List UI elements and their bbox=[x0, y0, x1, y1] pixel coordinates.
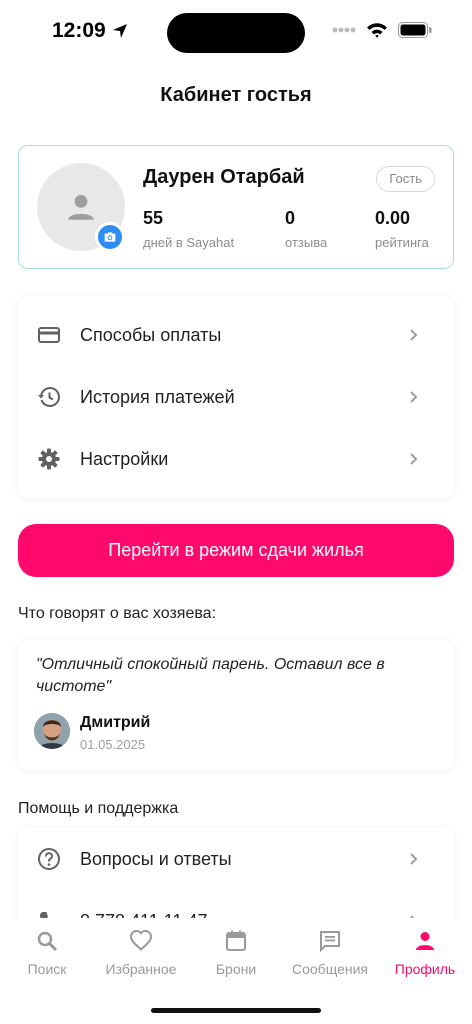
chevron-right-icon bbox=[410, 329, 418, 341]
status-time: 12:09 bbox=[52, 19, 128, 43]
menu-item-label: Настройки bbox=[80, 448, 169, 469]
history-icon bbox=[36, 384, 62, 410]
support-heading: Помощь и поддержка bbox=[18, 800, 179, 817]
nav-item-profile[interactable]: Профиль bbox=[378, 928, 472, 977]
user-name: Даурен Отарбай bbox=[143, 166, 305, 188]
stat-label: рейтинга bbox=[375, 235, 429, 250]
stat-rating: 0.00 рейтинга bbox=[375, 208, 429, 250]
stat-value: 0.00 bbox=[375, 208, 411, 228]
chevron-right-icon bbox=[410, 853, 418, 865]
menu-item-settings[interactable]: Настройки bbox=[18, 428, 454, 490]
calendar-icon bbox=[223, 928, 249, 954]
credit-card-icon bbox=[36, 322, 62, 348]
nav-label: Сообщения bbox=[292, 961, 368, 977]
menu-item-label: Способы оплаты bbox=[80, 324, 222, 345]
nav-item-bookings[interactable]: Брони bbox=[189, 928, 283, 977]
status-icons bbox=[332, 22, 432, 38]
gear-icon bbox=[36, 446, 62, 472]
stat-days: 55 дней в Sayahat bbox=[143, 208, 234, 250]
dynamic-island bbox=[167, 13, 305, 53]
location-arrow-icon bbox=[112, 24, 127, 38]
person-placeholder-icon bbox=[68, 194, 94, 220]
home-indicator bbox=[151, 1008, 321, 1013]
menu-item-label: Вопросы и ответы bbox=[80, 848, 232, 869]
status-bar: 12:09 bbox=[0, 0, 472, 64]
chevron-right-icon bbox=[410, 453, 418, 465]
menu-item-payment-history[interactable]: История платежей bbox=[18, 366, 454, 428]
change-photo-button[interactable] bbox=[95, 222, 125, 252]
reviewer-avatar bbox=[34, 713, 70, 749]
heart-icon bbox=[128, 928, 154, 954]
menu-item-label: История платежей bbox=[80, 386, 235, 407]
role-badge: Гость bbox=[376, 166, 435, 192]
person-icon bbox=[412, 928, 438, 954]
nav-label: Брони bbox=[215, 961, 257, 977]
nav-label: Поиск bbox=[27, 961, 67, 977]
battery-icon bbox=[398, 22, 432, 38]
nav-label: Избранное bbox=[105, 961, 177, 977]
wifi-icon bbox=[367, 23, 387, 38]
nav-item-favorites[interactable]: Избранное bbox=[94, 928, 188, 977]
reviewer-name: Дмитрий bbox=[80, 714, 151, 731]
clock: 12:09 bbox=[52, 19, 106, 42]
cellular-signal-icon bbox=[332, 27, 356, 33]
nav-item-messages[interactable]: Сообщения bbox=[283, 928, 377, 977]
nav-label: Профиль bbox=[394, 961, 456, 977]
question-circle-icon bbox=[36, 846, 62, 872]
review-text: "Отличный спокойный парень. Оставил все … bbox=[36, 656, 385, 695]
menu-item-faq[interactable]: Вопросы и ответы bbox=[18, 828, 454, 890]
switch-to-host-mode-button[interactable]: Перейти в режим сдачи жилья bbox=[18, 524, 454, 577]
profile-card: Даурен Отарбай Гость 55 дней в Sayahat 0… bbox=[18, 145, 454, 269]
menu-item-payment-methods[interactable]: Способы оплаты bbox=[18, 304, 454, 366]
stat-value: 55 bbox=[143, 208, 164, 228]
reviews-heading: Что говорят о вас хозяева: bbox=[18, 605, 217, 622]
stat-label: дней в Sayahat bbox=[143, 235, 235, 250]
review-card: "Отличный спокойный парень. Оставил все … bbox=[18, 640, 454, 770]
camera-icon bbox=[104, 232, 116, 242]
chevron-right-icon bbox=[410, 391, 418, 403]
review-date: 01.05.2025 bbox=[80, 737, 146, 752]
stat-reviews: 0 отзыва bbox=[285, 208, 327, 250]
search-icon bbox=[34, 928, 60, 954]
stat-label: отзыва bbox=[285, 235, 328, 250]
account-menu: Способы оплаты История платежей Настройк… bbox=[18, 296, 454, 498]
page-title: Кабинет гостья bbox=[160, 84, 312, 106]
chat-icon bbox=[317, 928, 343, 954]
stat-value: 0 bbox=[285, 208, 296, 228]
reviewer-photo-icon bbox=[34, 713, 70, 749]
nav-item-search[interactable]: Поиск bbox=[0, 928, 94, 977]
